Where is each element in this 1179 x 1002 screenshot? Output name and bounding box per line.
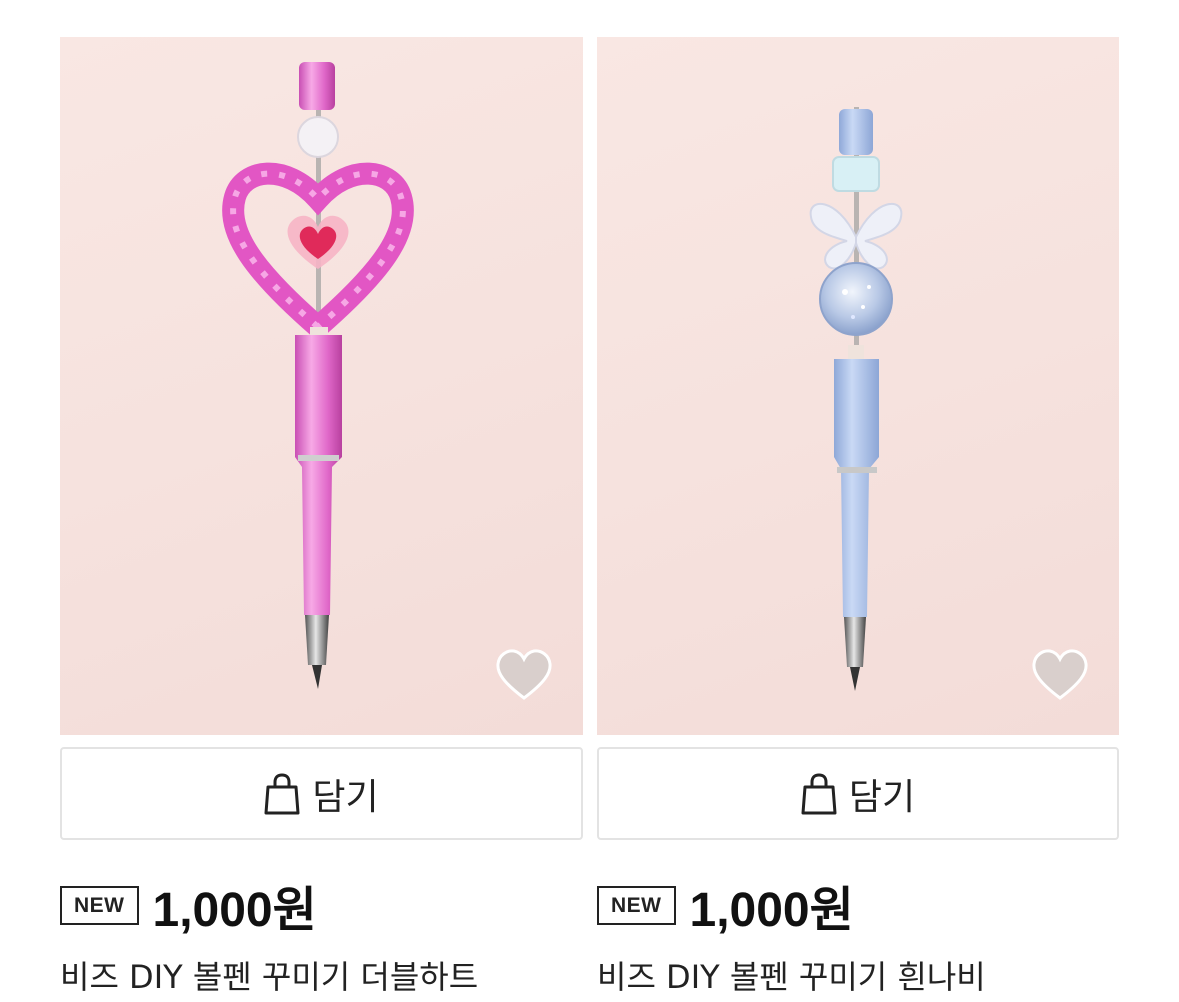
heart-icon[interactable] bbox=[495, 649, 553, 701]
blue-butterfly-pen-illustration bbox=[809, 107, 903, 691]
cart-button-label: 담기 bbox=[312, 776, 379, 818]
product-image[interactable] bbox=[597, 37, 1119, 735]
product-image[interactable] bbox=[60, 37, 583, 735]
new-badge: NEW bbox=[60, 885, 139, 925]
product-price: 1,000원 bbox=[689, 884, 854, 937]
price-row: NEW 1,000원 bbox=[60, 870, 583, 940]
product-name[interactable]: 비즈 DIY 볼펜 꾸미기 더블하트 bbox=[60, 952, 583, 998]
shopping-bag-icon bbox=[264, 772, 300, 814]
pink-heart-pen-illustration bbox=[222, 62, 414, 689]
add-to-cart-button[interactable]: 담기 bbox=[597, 747, 1119, 840]
product-name[interactable]: 비즈 DIY 볼펜 꾸미기 흰나비 bbox=[597, 952, 1119, 998]
product-grid: 담기 NEW 1,000원 비즈 DIY 볼펜 꾸미기 더블하트 담기 NEW … bbox=[0, 0, 1179, 1002]
product-card: 담기 NEW 1,000원 비즈 DIY 볼펜 꾸미기 흰나비 bbox=[597, 37, 1119, 998]
heart-icon[interactable] bbox=[1031, 649, 1089, 701]
price-row: NEW 1,000원 bbox=[597, 870, 1119, 940]
product-price: 1,000원 bbox=[152, 884, 317, 937]
shopping-bag-icon bbox=[801, 772, 837, 814]
cart-button-label: 담기 bbox=[848, 776, 916, 818]
add-to-cart-button[interactable]: 담기 bbox=[60, 747, 583, 840]
product-card: 담기 NEW 1,000원 비즈 DIY 볼펜 꾸미기 더블하트 bbox=[60, 37, 583, 998]
new-badge: NEW bbox=[597, 885, 676, 925]
